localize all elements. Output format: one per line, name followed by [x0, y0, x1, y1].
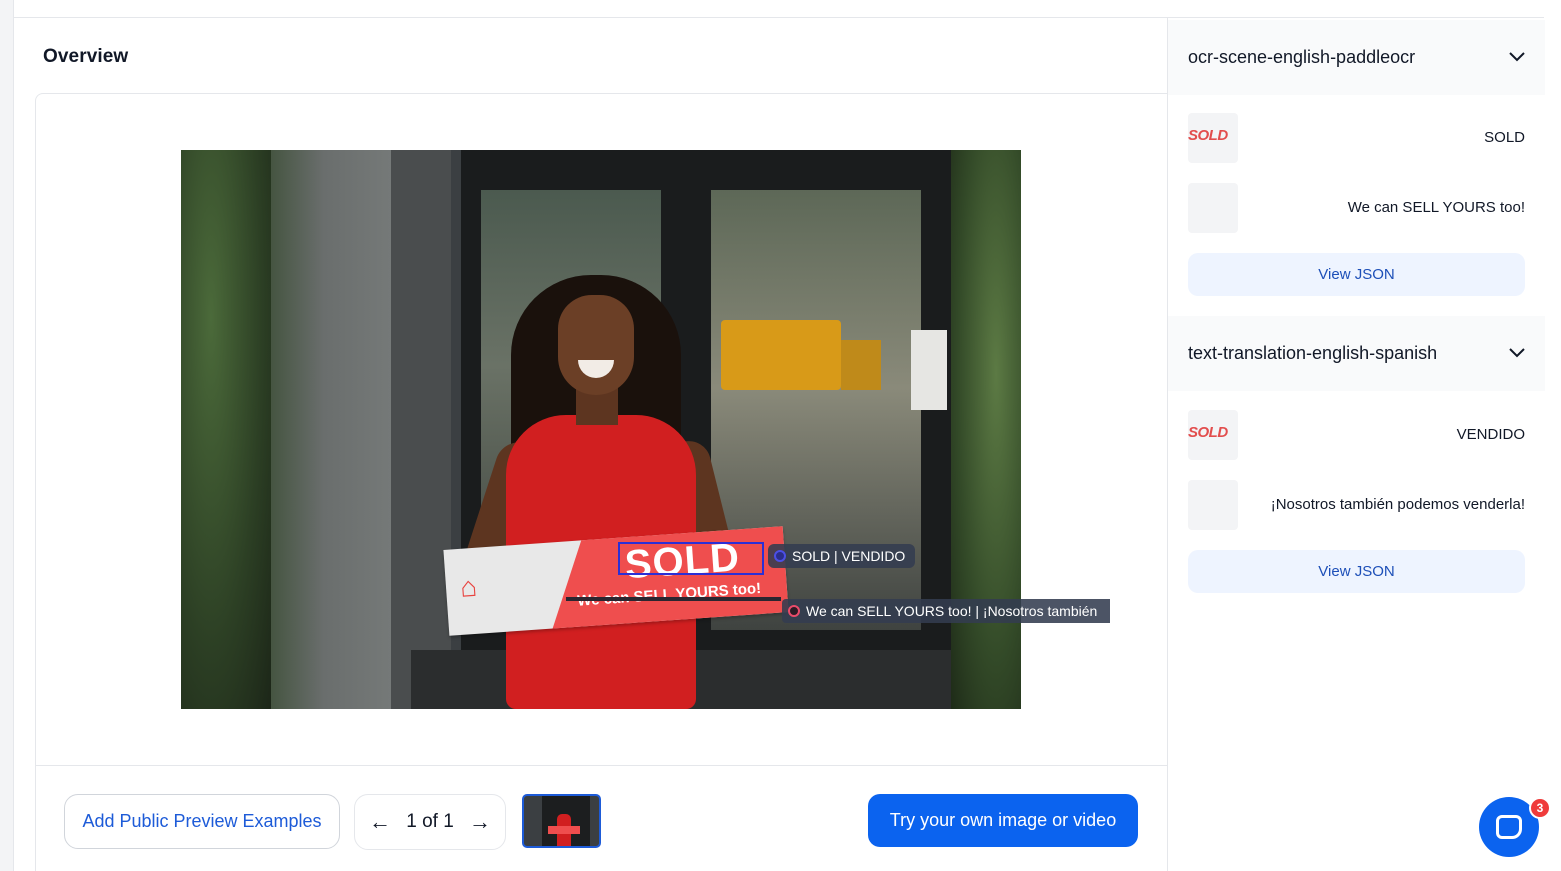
detection-dot-icon [788, 605, 800, 617]
view-json-button[interactable]: View JSON [1188, 253, 1525, 296]
pager-count: 1 of 1 [406, 811, 454, 832]
view-json-button[interactable]: View JSON [1188, 550, 1525, 593]
result-text: ¡Nosotros también podemos venderla! [1270, 496, 1525, 513]
detection-box-sold[interactable] [618, 542, 764, 575]
photo-school-bus-rear [841, 340, 881, 390]
detection-box-subtext[interactable] [566, 597, 781, 601]
detection-label-sold[interactable]: SOLD | VENDIDO [768, 544, 916, 568]
result-text: We can SELL YOURS too! [1347, 199, 1525, 216]
arrow-right-icon[interactable]: → [469, 809, 491, 835]
detection-label-text: SOLD | VENDIDO [792, 548, 906, 564]
detection-label-subtext[interactable]: We can SELL YOURS too! | ¡Nosotros tambi… [782, 599, 1110, 623]
photo-step [411, 650, 1021, 709]
house-flame-icon: ⌂ [458, 570, 479, 603]
thumb-sign [548, 826, 580, 834]
pager: ← 1 of 1 → [354, 794, 506, 850]
detection-label-text: We can SELL YOURS too! | ¡Nosotros tambi… [806, 603, 1098, 619]
photo-face [558, 295, 634, 395]
result-text: VENDIDO [1456, 426, 1525, 443]
detection-dot-icon [774, 550, 786, 562]
page: Overview ⌂ SOLD We can SELL YOURS too! S… [0, 0, 1561, 871]
overview-title: Overview [43, 46, 129, 67]
photo-tree-left [181, 150, 271, 709]
result-crop-thumbnail [1188, 183, 1238, 233]
try-own-image-button[interactable]: Try your own image or video [868, 794, 1138, 847]
result-row[interactable]: We can SELL YOURS too! [1188, 183, 1525, 233]
card-footer-divider [35, 765, 1167, 766]
section-header-ocr[interactable]: ocr-scene-english-paddleocr [1168, 20, 1545, 95]
crop-thumb-text: SOLD [1188, 424, 1228, 441]
results-panel: ocr-scene-english-paddleocr SOLD SOLD We… [1167, 18, 1545, 871]
chevron-down-icon[interactable] [1509, 49, 1525, 67]
arrow-left-icon[interactable]: ← [369, 809, 391, 835]
result-row[interactable]: ¡Nosotros también podemos venderla! [1188, 480, 1525, 530]
left-sidebar-strip [0, 0, 14, 871]
crop-thumb-text: SOLD [1188, 127, 1228, 144]
section-title: ocr-scene-english-paddleocr [1188, 47, 1416, 67]
result-crop-thumbnail: SOLD [1188, 410, 1238, 460]
result-text: SOLD [1484, 129, 1525, 146]
photo-paper-note [911, 330, 947, 410]
photo-tree-right [951, 150, 1021, 709]
add-public-preview-examples-button[interactable]: Add Public Preview Examples [64, 794, 340, 849]
chat-badge: 3 [1529, 797, 1551, 819]
photo-school-bus [721, 320, 841, 390]
result-row[interactable]: SOLD SOLD [1188, 113, 1525, 163]
chat-icon [1496, 815, 1522, 839]
photo-pillar [391, 150, 451, 709]
preview-image[interactable]: ⌂ SOLD We can SELL YOURS too! [181, 150, 1021, 709]
section-header-translation[interactable]: text-translation-english-spanish [1168, 316, 1545, 391]
result-crop-thumbnail: SOLD [1188, 113, 1238, 163]
chevron-down-icon[interactable] [1509, 345, 1525, 363]
section-title: text-translation-english-spanish [1188, 343, 1438, 363]
image-thumbnail-selected[interactable] [522, 794, 601, 848]
result-crop-thumbnail [1188, 480, 1238, 530]
result-row[interactable]: SOLD VENDIDO [1188, 410, 1525, 460]
